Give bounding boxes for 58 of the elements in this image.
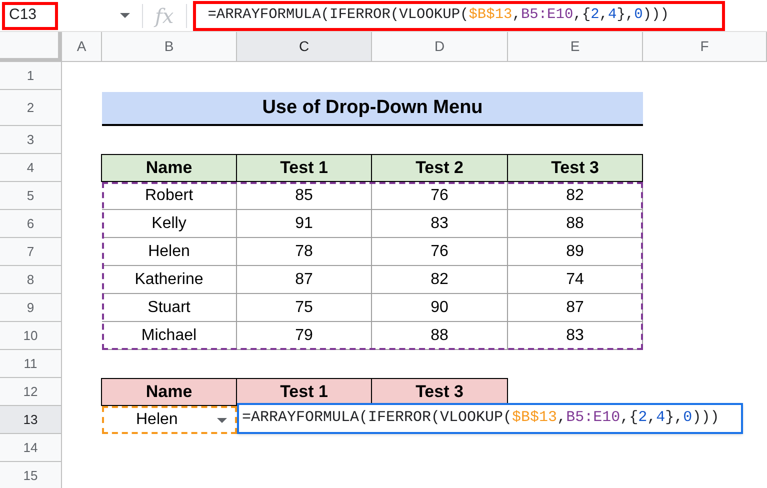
row-header[interactable]: 15 — [0, 462, 62, 488]
row-header[interactable]: 3 — [0, 126, 62, 154]
caret-icon[interactable] — [217, 418, 227, 422]
row-header[interactable]: 9 — [0, 294, 62, 322]
caret-icon[interactable] — [120, 13, 130, 18]
table-cell: 88 — [372, 322, 508, 350]
table-cell: Stuart — [102, 294, 237, 322]
table-cell: 79 — [237, 322, 372, 350]
table-cell: 90 — [372, 294, 508, 322]
lookup-header: Name — [101, 378, 237, 406]
row-header[interactable]: 12 — [0, 378, 62, 406]
table-cell: Helen — [102, 238, 237, 266]
table-cell: 75 — [237, 294, 372, 322]
table-header: Test 3 — [507, 154, 643, 182]
table-cell: 74 — [508, 266, 643, 294]
table-cell: Michael — [102, 322, 237, 350]
row-header[interactable]: 7 — [0, 238, 62, 266]
column-header[interactable]: B — [102, 32, 237, 62]
table-cell: 83 — [508, 322, 643, 350]
table-cell: 78 — [237, 238, 372, 266]
table-cell: Kelly — [102, 210, 237, 238]
table-header: Name — [101, 154, 237, 182]
column-header[interactable]: D — [372, 32, 508, 62]
dropdown-value: Helen — [136, 410, 178, 430]
row-header[interactable]: 13 — [0, 406, 62, 434]
row-header[interactable]: 10 — [0, 322, 62, 350]
column-header[interactable]: C — [237, 32, 372, 62]
name-box[interactable]: C13 — [2, 2, 58, 30]
table-header: Test 1 — [236, 154, 372, 182]
title-cell: Use of Drop-Down Menu — [102, 92, 643, 126]
table-cell: 83 — [372, 210, 508, 238]
row-header[interactable]: 8 — [0, 266, 62, 294]
table-cell: 76 — [372, 182, 508, 210]
table-cell: 87 — [508, 294, 643, 322]
row-header[interactable]: 4 — [0, 154, 62, 182]
row-header[interactable]: 5 — [0, 182, 62, 210]
row-header[interactable]: 14 — [0, 434, 62, 462]
table-header: Test 2 — [371, 154, 508, 182]
table-cell: 76 — [372, 238, 508, 266]
column-header[interactable]: F — [643, 32, 767, 62]
table-cell: 88 — [508, 210, 643, 238]
table-cell: 82 — [508, 182, 643, 210]
formula-bar[interactable]: =ARRAYFORMULA(IFERROR(VLOOKUP($B$13,B5:E10,{2,4},0))) — [192, 0, 725, 30]
row-header[interactable]: 6 — [0, 210, 62, 238]
column-header[interactable]: A — [62, 32, 102, 62]
table-cell: 87 — [237, 266, 372, 294]
cell-formula-editor[interactable]: =ARRAYFORMULA(IFERROR(VLOOKUP($B$13,B5:E10,{2,4},0))) — [237, 403, 743, 434]
table-cell: Katherine — [102, 266, 237, 294]
fx-label: fx — [152, 2, 175, 30]
row-header[interactable]: 11 — [0, 350, 62, 378]
table-cell: 89 — [508, 238, 643, 266]
table-cell: 85 — [237, 182, 372, 210]
table-cell: 91 — [237, 210, 372, 238]
column-header[interactable]: E — [508, 32, 643, 62]
row-header[interactable]: 2 — [0, 90, 62, 126]
table-cell: Robert — [102, 182, 237, 210]
row-header[interactable]: 1 — [0, 62, 62, 90]
table-cell: 82 — [372, 266, 508, 294]
